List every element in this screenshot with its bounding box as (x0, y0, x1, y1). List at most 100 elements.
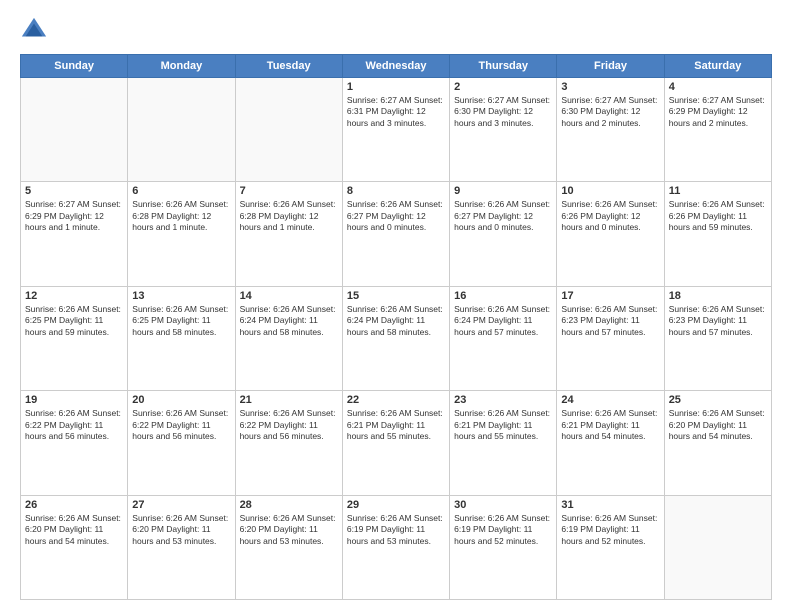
day-cell: 19 Sunrise: 6:26 AM Sunset: 6:22 PM Dayli… (21, 391, 128, 495)
day-number: 2 (454, 81, 552, 93)
day-cell (21, 78, 128, 182)
day-info: Sunrise: 6:26 AM Sunset: 6:21 PM Dayligh… (561, 408, 659, 442)
day-info: Sunrise: 6:26 AM Sunset: 6:27 PM Dayligh… (347, 199, 445, 233)
day-number: 24 (561, 394, 659, 406)
day-cell: 11 Sunrise: 6:26 AM Sunset: 6:26 PM Dayli… (664, 182, 771, 286)
week-row-2: 5Sunrise: 6:27 AM Sunset: 6:29 PM Daylig… (21, 182, 772, 286)
day-number: 10 (561, 185, 659, 197)
day-number: 13 (132, 290, 230, 302)
day-info: Sunrise: 6:26 AM Sunset: 6:20 PM Dayligh… (25, 513, 123, 547)
day-cell: 15 Sunrise: 6:26 AM Sunset: 6:24 PM Dayli… (342, 286, 449, 390)
day-number: 9 (454, 185, 552, 197)
day-cell: 9 Sunrise: 6:26 AM Sunset: 6:27 PM Daylig… (450, 182, 557, 286)
day-number: 7 (240, 185, 338, 197)
day-number: 18 (669, 290, 767, 302)
page: SundayMondayTuesdayWednesdayThursdayFrid… (0, 0, 792, 612)
weekday-header-saturday: Saturday (664, 55, 771, 78)
day-number: 19 (25, 394, 123, 406)
weekday-header-friday: Friday (557, 55, 664, 78)
day-info: Sunrise: 6:26 AM Sunset: 6:19 PM Dayligh… (347, 513, 445, 547)
day-number: 1 (347, 81, 445, 93)
day-cell: 13Sunrise: 6:26 AM Sunset: 6:25 PM Dayli… (128, 286, 235, 390)
day-cell (128, 78, 235, 182)
day-cell: 23Sunrise: 6:26 AM Sunset: 6:21 PM Dayli… (450, 391, 557, 495)
day-cell: 1 Sunrise: 6:27 AM Sunset: 6:31 PM Daylig… (342, 78, 449, 182)
day-info: Sunrise: 6:26 AM Sunset: 6:24 PM Dayligh… (240, 304, 338, 338)
day-cell: 16 Sunrise: 6:26 AM Sunset: 6:24 PM Dayli… (450, 286, 557, 390)
day-cell (235, 78, 342, 182)
day-info: Sunrise: 6:26 AM Sunset: 6:22 PM Dayligh… (132, 408, 230, 442)
header (20, 16, 772, 44)
week-row-4: 19 Sunrise: 6:26 AM Sunset: 6:22 PM Dayli… (21, 391, 772, 495)
day-info: Sunrise: 6:26 AM Sunset: 6:26 PM Dayligh… (669, 199, 767, 233)
day-cell: 28 Sunrise: 6:26 AM Sunset: 6:20 PM Dayli… (235, 495, 342, 599)
day-number: 25 (669, 394, 767, 406)
day-cell: 2Sunrise: 6:27 AM Sunset: 6:30 PM Daylig… (450, 78, 557, 182)
day-info: Sunrise: 6:26 AM Sunset: 6:23 PM Dayligh… (669, 304, 767, 338)
day-cell: 21 Sunrise: 6:26 AM Sunset: 6:22 PM Dayli… (235, 391, 342, 495)
calendar-table: SundayMondayTuesdayWednesdayThursdayFrid… (20, 54, 772, 600)
day-cell: 8 Sunrise: 6:26 AM Sunset: 6:27 PM Daylig… (342, 182, 449, 286)
day-info: Sunrise: 6:26 AM Sunset: 6:20 PM Dayligh… (669, 408, 767, 442)
day-number: 11 (669, 185, 767, 197)
day-info: Sunrise: 6:26 AM Sunset: 6:23 PM Dayligh… (561, 304, 659, 338)
day-cell: 18 Sunrise: 6:26 AM Sunset: 6:23 PM Dayli… (664, 286, 771, 390)
day-info: Sunrise: 6:26 AM Sunset: 6:24 PM Dayligh… (454, 304, 552, 338)
day-number: 8 (347, 185, 445, 197)
day-cell: 14 Sunrise: 6:26 AM Sunset: 6:24 PM Dayli… (235, 286, 342, 390)
day-number: 31 (561, 499, 659, 511)
day-number: 20 (132, 394, 230, 406)
day-number: 4 (669, 81, 767, 93)
day-number: 21 (240, 394, 338, 406)
day-cell: 12 Sunrise: 6:26 AM Sunset: 6:25 PM Dayli… (21, 286, 128, 390)
day-info: Sunrise: 6:26 AM Sunset: 6:22 PM Dayligh… (240, 408, 338, 442)
day-cell: 3Sunrise: 6:27 AM Sunset: 6:30 PM Daylig… (557, 78, 664, 182)
day-info: Sunrise: 6:26 AM Sunset: 6:19 PM Dayligh… (454, 513, 552, 547)
day-info: Sunrise: 6:26 AM Sunset: 6:21 PM Dayligh… (347, 408, 445, 442)
day-cell: 31 Sunrise: 6:26 AM Sunset: 6:19 PM Dayli… (557, 495, 664, 599)
day-cell: 5Sunrise: 6:27 AM Sunset: 6:29 PM Daylig… (21, 182, 128, 286)
weekday-header-monday: Monday (128, 55, 235, 78)
day-info: Sunrise: 6:26 AM Sunset: 6:27 PM Dayligh… (454, 199, 552, 233)
day-number: 29 (347, 499, 445, 511)
day-number: 26 (25, 499, 123, 511)
day-info: Sunrise: 6:26 AM Sunset: 6:24 PM Dayligh… (347, 304, 445, 338)
day-info: Sunrise: 6:26 AM Sunset: 6:22 PM Dayligh… (25, 408, 123, 442)
day-number: 14 (240, 290, 338, 302)
day-info: Sunrise: 6:26 AM Sunset: 6:20 PM Dayligh… (240, 513, 338, 547)
day-info: Sunrise: 6:26 AM Sunset: 6:28 PM Dayligh… (240, 199, 338, 233)
day-info: Sunrise: 6:26 AM Sunset: 6:28 PM Dayligh… (132, 199, 230, 233)
day-cell: 22 Sunrise: 6:26 AM Sunset: 6:21 PM Dayli… (342, 391, 449, 495)
week-row-1: 1 Sunrise: 6:27 AM Sunset: 6:31 PM Daylig… (21, 78, 772, 182)
day-number: 22 (347, 394, 445, 406)
weekday-header-tuesday: Tuesday (235, 55, 342, 78)
day-number: 30 (454, 499, 552, 511)
day-cell (664, 495, 771, 599)
day-info: Sunrise: 6:26 AM Sunset: 6:26 PM Dayligh… (561, 199, 659, 233)
day-info: Sunrise: 6:26 AM Sunset: 6:21 PM Dayligh… (454, 408, 552, 442)
day-info: Sunrise: 6:27 AM Sunset: 6:31 PM Dayligh… (347, 95, 445, 129)
day-cell: 26 Sunrise: 6:26 AM Sunset: 6:20 PM Dayli… (21, 495, 128, 599)
weekday-header-wednesday: Wednesday (342, 55, 449, 78)
day-info: Sunrise: 6:26 AM Sunset: 6:25 PM Dayligh… (25, 304, 123, 338)
day-number: 3 (561, 81, 659, 93)
day-number: 6 (132, 185, 230, 197)
day-number: 12 (25, 290, 123, 302)
day-cell: 6 Sunrise: 6:26 AM Sunset: 6:28 PM Daylig… (128, 182, 235, 286)
day-number: 28 (240, 499, 338, 511)
week-row-5: 26 Sunrise: 6:26 AM Sunset: 6:20 PM Dayli… (21, 495, 772, 599)
day-number: 15 (347, 290, 445, 302)
weekday-header-thursday: Thursday (450, 55, 557, 78)
day-number: 5 (25, 185, 123, 197)
day-cell: 25 Sunrise: 6:26 AM Sunset: 6:20 PM Dayli… (664, 391, 771, 495)
day-info: Sunrise: 6:26 AM Sunset: 6:19 PM Dayligh… (561, 513, 659, 547)
day-info: Sunrise: 6:26 AM Sunset: 6:20 PM Dayligh… (132, 513, 230, 547)
day-cell: 4Sunrise: 6:27 AM Sunset: 6:29 PM Daylig… (664, 78, 771, 182)
weekday-header-row: SundayMondayTuesdayWednesdayThursdayFrid… (21, 55, 772, 78)
logo (20, 16, 52, 44)
day-number: 16 (454, 290, 552, 302)
day-cell: 20 Sunrise: 6:26 AM Sunset: 6:22 PM Dayli… (128, 391, 235, 495)
day-cell: 30 Sunrise: 6:26 AM Sunset: 6:19 PM Dayli… (450, 495, 557, 599)
logo-icon (20, 16, 48, 44)
day-cell: 17Sunrise: 6:26 AM Sunset: 6:23 PM Dayli… (557, 286, 664, 390)
